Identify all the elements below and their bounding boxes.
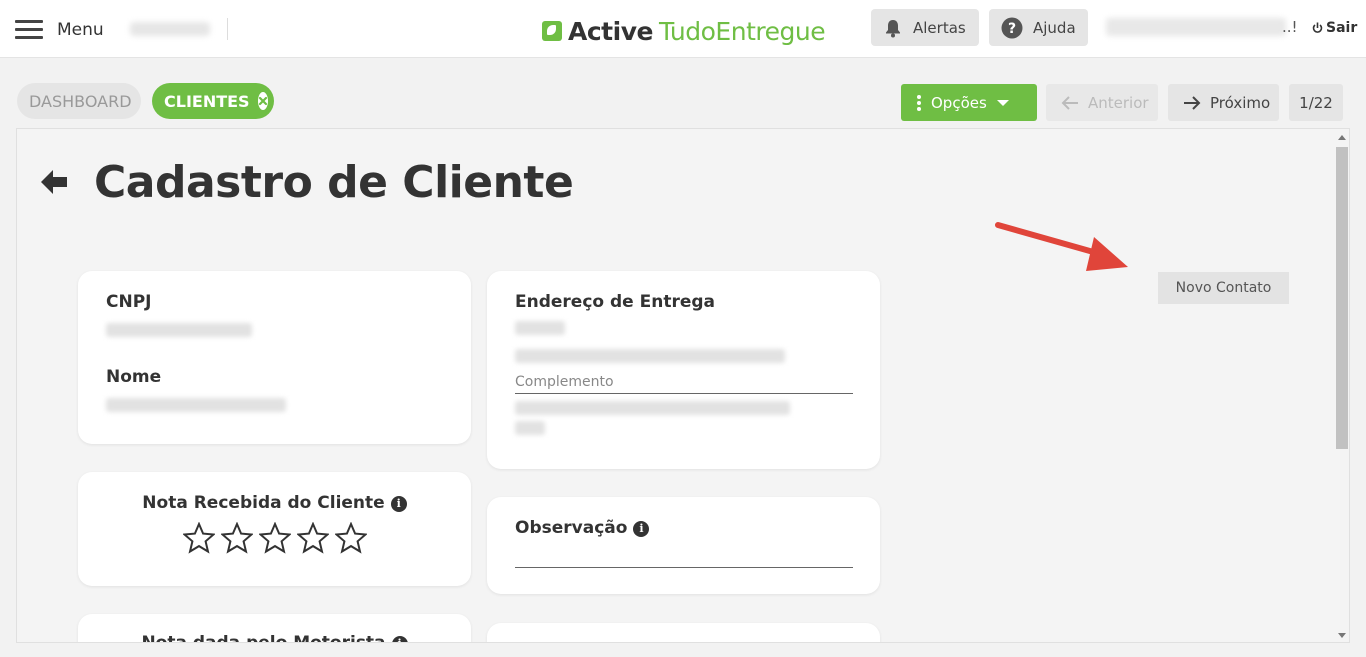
redacted-nome bbox=[106, 398, 286, 412]
redacted-bairro bbox=[515, 401, 790, 415]
scroll-thumb[interactable] bbox=[1336, 147, 1348, 449]
anterior-button[interactable]: Anterior bbox=[1046, 84, 1158, 121]
anterior-label: Anterior bbox=[1088, 93, 1149, 112]
info-icon[interactable]: i bbox=[633, 520, 650, 537]
annotation-arrow bbox=[995, 222, 1128, 271]
redacted-endereco bbox=[515, 349, 785, 363]
observacao-heading: Observação i bbox=[515, 518, 650, 538]
tab-clientes[interactable]: CLIENTES bbox=[152, 83, 274, 119]
card-nota-cliente: Nota Recebida do Cliente i bbox=[78, 472, 471, 586]
proximo-label: Próximo bbox=[1210, 93, 1271, 112]
brand-rest: TudoEntregue bbox=[658, 16, 826, 46]
observacao-label: Observação bbox=[515, 518, 628, 538]
complemento-field[interactable] bbox=[515, 393, 853, 394]
arrow-right-icon bbox=[1182, 95, 1202, 111]
pager: 1/22 bbox=[1289, 84, 1343, 121]
card-extra bbox=[487, 623, 880, 642]
opcoes-button[interactable]: Opções bbox=[901, 84, 1037, 121]
redacted-company bbox=[130, 22, 210, 36]
info-icon[interactable]: i bbox=[391, 635, 408, 642]
back-arrow-icon[interactable] bbox=[39, 167, 71, 197]
top-bar: Menu Active TudoEntregue Alertas ? Ajuda… bbox=[0, 0, 1366, 58]
brand-logo: Active TudoEntregue bbox=[542, 16, 826, 46]
star-icon[interactable] bbox=[221, 522, 253, 554]
nota-motorista-label: Nota dada pelo Motorista bbox=[141, 633, 386, 643]
nome-label: Nome bbox=[106, 367, 162, 387]
star-icon[interactable] bbox=[259, 522, 291, 554]
close-icon[interactable] bbox=[257, 92, 268, 110]
cnpj-label: CNPJ bbox=[106, 292, 152, 312]
svg-text:?: ? bbox=[1008, 21, 1016, 37]
observacao-field[interactable] bbox=[515, 567, 853, 568]
sair-label: Sair bbox=[1326, 20, 1358, 36]
complemento-label: Complemento bbox=[515, 374, 614, 390]
tab-dashboard[interactable]: DASHBOARD bbox=[17, 83, 141, 119]
alertas-button[interactable]: Alertas bbox=[871, 9, 979, 46]
arrow-left-icon bbox=[1060, 95, 1080, 111]
ajuda-button[interactable]: ? Ajuda bbox=[989, 9, 1088, 46]
novo-contato-button[interactable]: Novo Contato bbox=[1158, 272, 1289, 304]
nota-label: Nota Recebida do Cliente bbox=[142, 493, 385, 513]
card-nota-motorista: Nota dada pelo Motorista i bbox=[78, 614, 471, 643]
help-icon: ? bbox=[1001, 17, 1023, 39]
power-icon bbox=[1312, 22, 1323, 34]
brand-bold: Active bbox=[568, 16, 653, 46]
card-cnpj-nome: CNPJ Nome bbox=[78, 271, 471, 444]
scroll-up-icon[interactable] bbox=[1338, 135, 1346, 140]
menu-label[interactable]: Menu bbox=[57, 20, 104, 40]
scroll-down-icon[interactable] bbox=[1338, 633, 1346, 638]
card-endereco: Endereço de Entrega Complemento bbox=[487, 271, 880, 469]
star-icon[interactable] bbox=[297, 522, 329, 554]
scrollbar[interactable] bbox=[1334, 129, 1349, 642]
card-observacao: Observação i bbox=[487, 497, 880, 594]
endereco-label: Endereço de Entrega bbox=[515, 292, 716, 312]
main-panel: Cadastro de Cliente CNPJ Nome Endereço d… bbox=[16, 128, 1350, 643]
leaf-icon bbox=[542, 21, 562, 41]
nota-motorista-heading: Nota dada pelo Motorista i bbox=[78, 633, 471, 643]
ajuda-label: Ajuda bbox=[1033, 18, 1076, 37]
caret-down-icon bbox=[996, 99, 1009, 106]
opcoes-label: Opções bbox=[931, 93, 987, 112]
tab-clientes-label: CLIENTES bbox=[164, 91, 250, 111]
info-icon[interactable]: i bbox=[390, 495, 407, 512]
alertas-label: Alertas bbox=[913, 18, 966, 37]
bell-icon bbox=[883, 18, 903, 38]
tab-dashboard-label: DASHBOARD bbox=[29, 91, 132, 111]
star-icon[interactable] bbox=[335, 522, 367, 554]
star-rating[interactable] bbox=[183, 522, 373, 554]
proximo-button[interactable]: Próximo bbox=[1168, 84, 1279, 121]
hamburger-icon[interactable] bbox=[15, 20, 43, 40]
redacted-user bbox=[1106, 18, 1286, 36]
nota-heading: Nota Recebida do Cliente i bbox=[78, 493, 471, 513]
divider bbox=[227, 18, 228, 40]
page-title: Cadastro de Cliente bbox=[94, 157, 574, 208]
redacted-uf bbox=[515, 421, 545, 435]
dots-icon bbox=[917, 94, 921, 112]
sair-button[interactable]: Sair bbox=[1312, 20, 1357, 36]
user-suffix: ..! bbox=[1282, 18, 1298, 36]
star-icon[interactable] bbox=[183, 522, 215, 554]
redacted-cep bbox=[515, 321, 565, 335]
redacted-cnpj bbox=[106, 323, 252, 337]
